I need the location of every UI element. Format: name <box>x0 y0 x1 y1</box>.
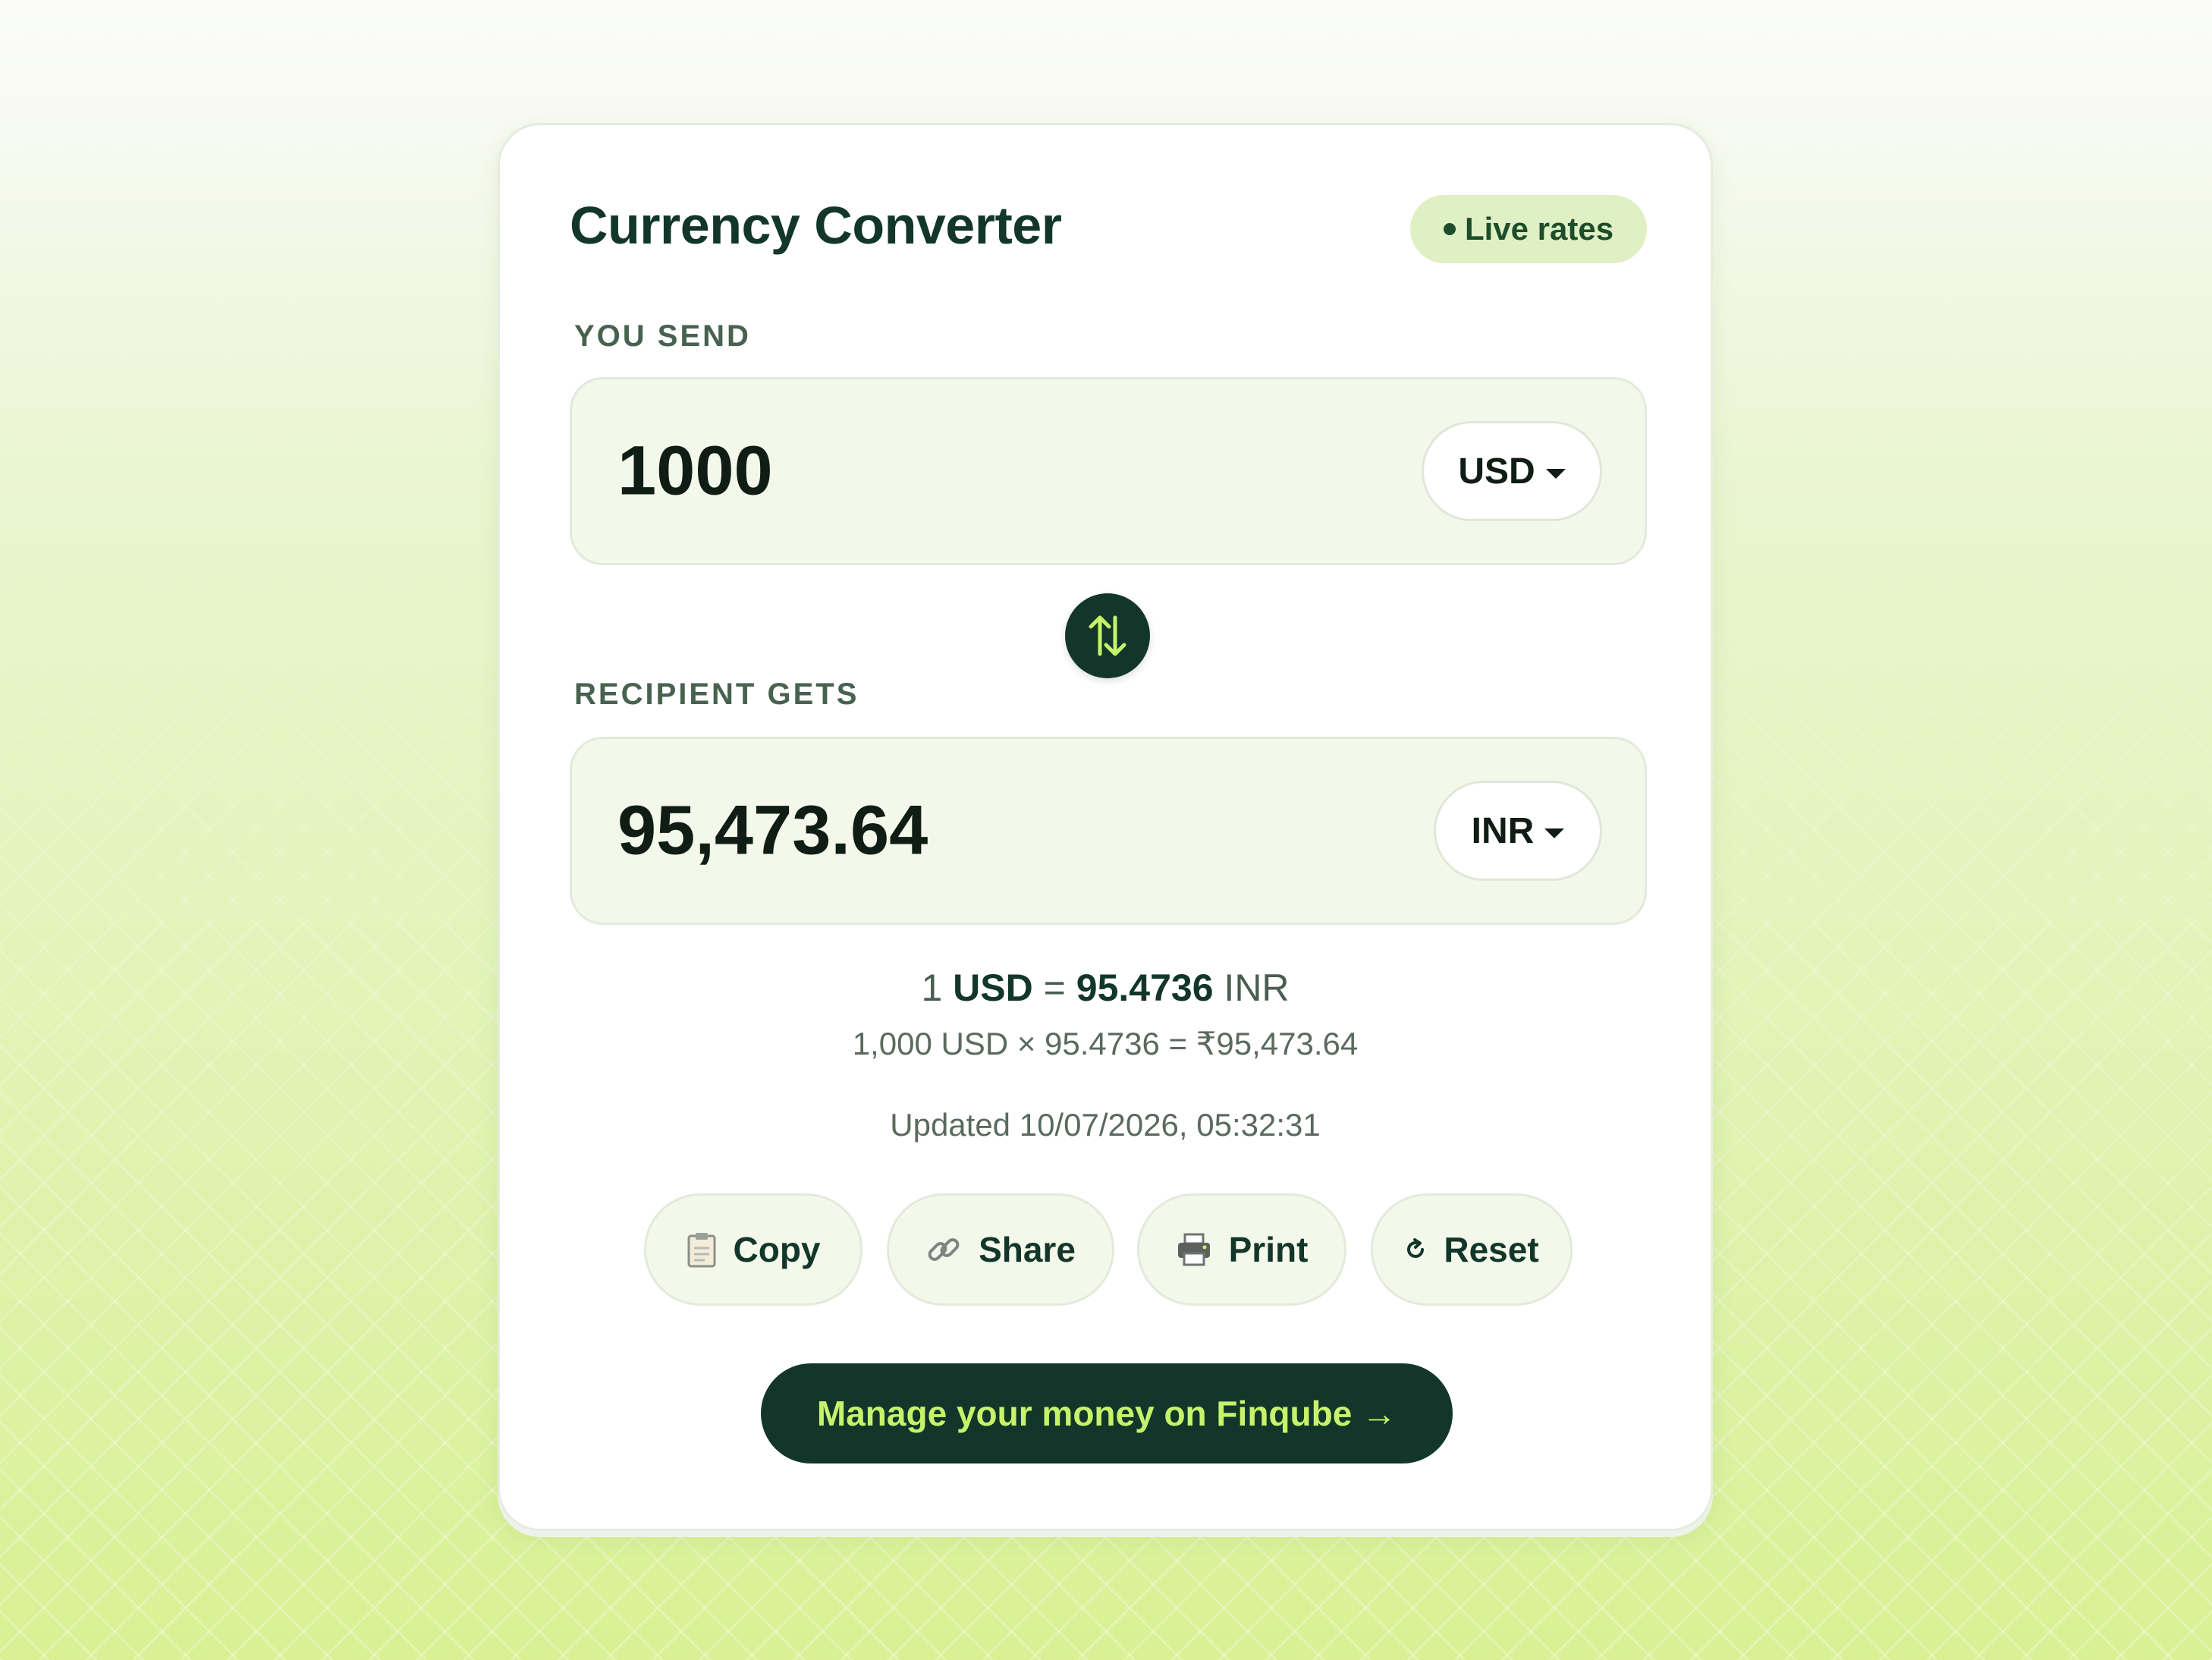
status-dot-icon <box>1443 223 1456 235</box>
copy-label: Copy <box>733 1230 821 1269</box>
swap-vertical-icon <box>1089 615 1126 656</box>
chevron-down-icon <box>1545 468 1566 479</box>
converter-card: Currency Converter Live rates YOU SEND 1… <box>498 123 1713 1531</box>
reset-button[interactable]: Reset <box>1371 1193 1573 1306</box>
rate-quote-currency: INR <box>1224 967 1290 1009</box>
reset-icon <box>1404 1238 1427 1261</box>
send-amount-field[interactable]: 1000 USD <box>570 377 1647 565</box>
receive-currency-label: INR <box>1471 810 1535 851</box>
receive-currency-select[interactable]: INR <box>1434 781 1602 881</box>
receive-amount-value: 95,473.64 <box>617 791 928 869</box>
rate-calculation: 1,000 USD × 95.4736 = ₹95,473.64 <box>852 1026 1359 1061</box>
send-label: YOU SEND <box>574 319 751 353</box>
share-button[interactable]: Share <box>887 1193 1114 1306</box>
page-title: Currency Converter <box>570 196 1062 255</box>
copy-button[interactable]: Copy <box>644 1193 862 1306</box>
rate-base-currency: USD <box>953 967 1033 1009</box>
exchange-rate-line: 1 USD = 95.4736 INR <box>500 966 1711 1010</box>
swap-button[interactable] <box>1065 593 1150 678</box>
rate-equals: = <box>1043 967 1066 1009</box>
printer-icon <box>1176 1232 1212 1267</box>
finqube-cta-button[interactable]: Manage your money on Finqube → <box>761 1363 1453 1464</box>
clipboard-icon <box>687 1231 717 1268</box>
rate-base-amount: 1 <box>921 967 943 1009</box>
print-button[interactable]: Print <box>1137 1193 1346 1306</box>
reset-label: Reset <box>1444 1230 1539 1269</box>
updated-timestamp: Updated 10/07/2026, 05:32:31 <box>890 1107 1321 1143</box>
receive-amount-field: 95,473.64 INR <box>570 737 1647 925</box>
live-rates-label: Live rates <box>1464 211 1614 247</box>
send-amount-input[interactable]: 1000 <box>617 432 773 511</box>
live-rates-badge: Live rates <box>1410 195 1647 263</box>
share-label: Share <box>979 1230 1076 1269</box>
action-buttons: Copy Share Print Reset <box>500 1193 1711 1307</box>
chevron-down-icon <box>1544 828 1565 838</box>
send-currency-label: USD <box>1458 451 1535 492</box>
link-icon <box>925 1231 962 1268</box>
print-label: Print <box>1228 1230 1309 1269</box>
receive-label: RECIPIENT GETS <box>574 678 859 711</box>
send-currency-select[interactable]: USD <box>1422 421 1602 521</box>
rate-value: 95.4736 <box>1076 967 1214 1009</box>
